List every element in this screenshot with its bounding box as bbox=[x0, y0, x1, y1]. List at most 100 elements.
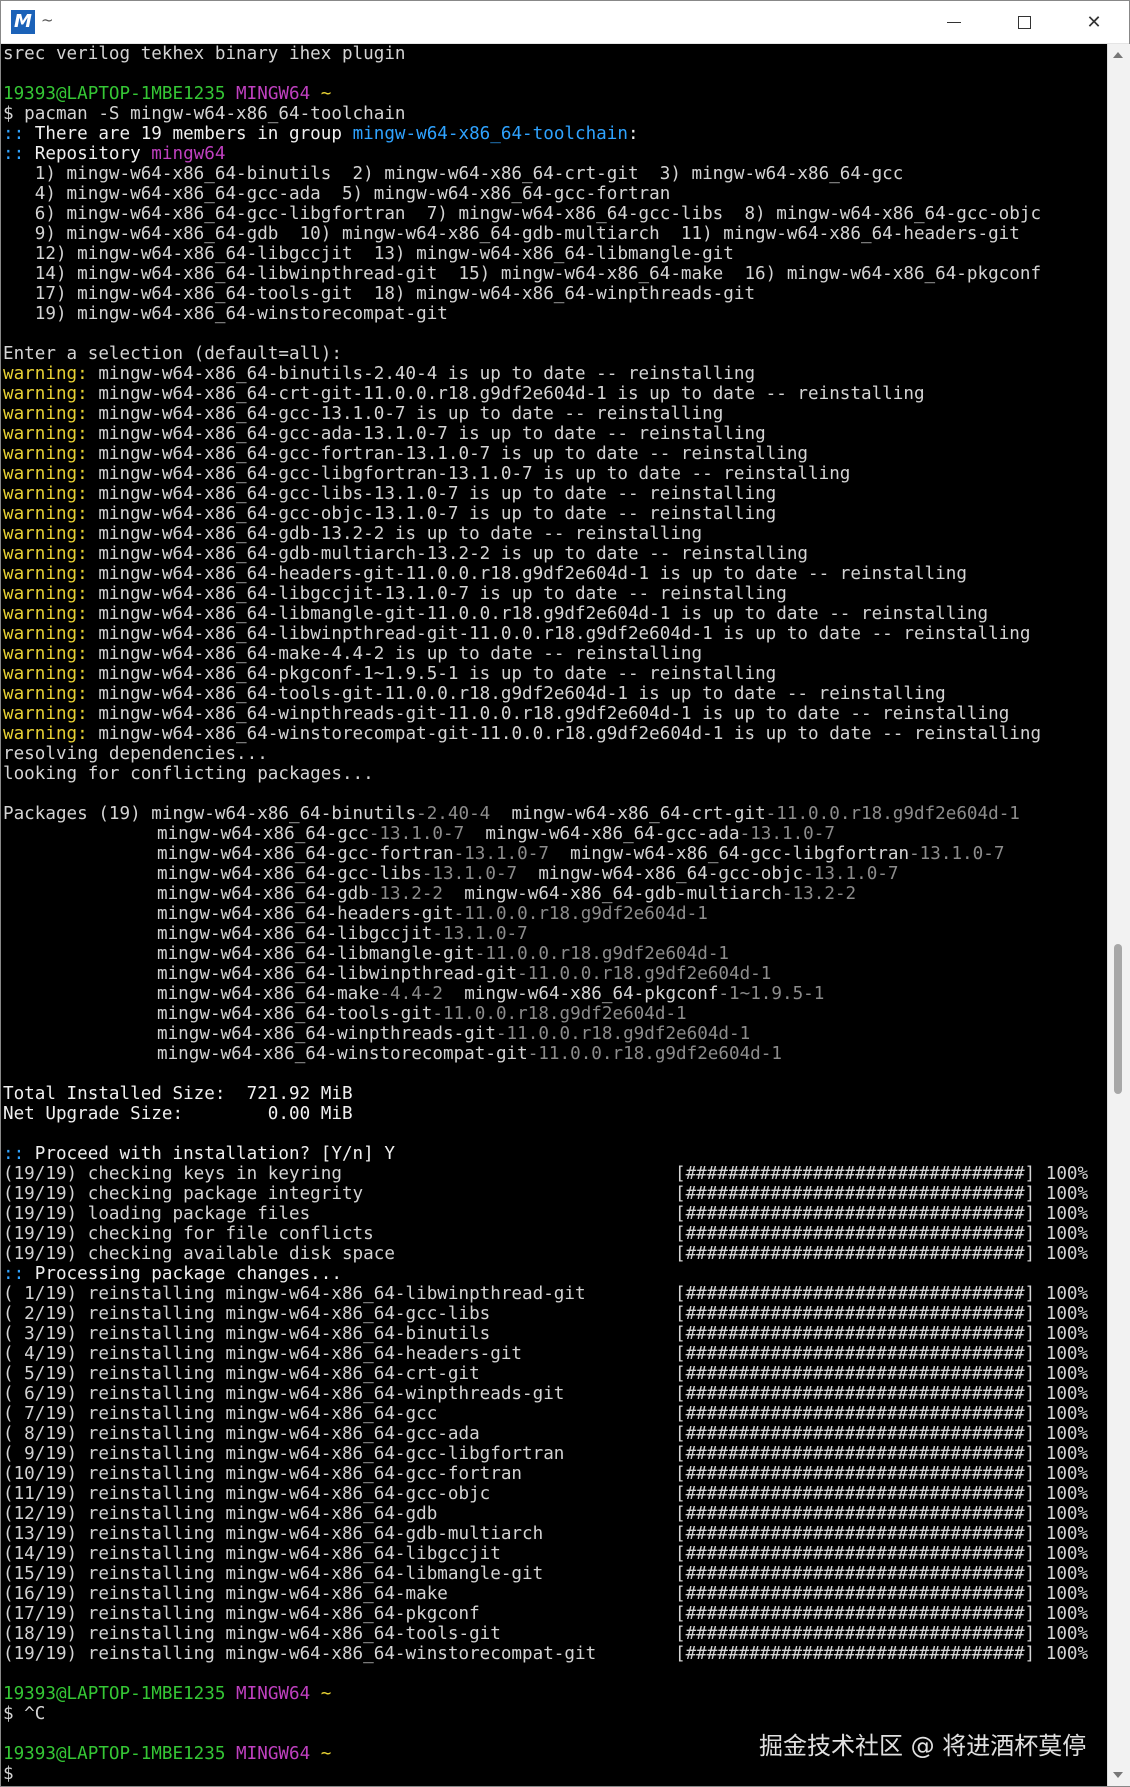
package-version: -11.0.0.r18.g9df2e604d-1 bbox=[517, 964, 772, 984]
warning-line: warning: mingw-w64-x86_64-gdb-13.2-2 is … bbox=[3, 524, 702, 544]
prompt-env: MINGW64 bbox=[236, 1684, 311, 1704]
packages-line: mingw-w64-x86_64-libgccjit-13.1.0-7 bbox=[157, 924, 528, 944]
package-version: -13.1.0-7 bbox=[421, 864, 518, 884]
warning-label: warning: bbox=[3, 364, 88, 384]
reinstall-line-text: (19/19) reinstalling mingw-w64-x86_64-wi… bbox=[3, 1644, 597, 1664]
selection-prompt: Enter a selection (default=all): bbox=[3, 344, 342, 364]
progress-bar: [################################] 100% bbox=[675, 1584, 1089, 1604]
group-list-line: 17) mingw-w64-x86_64-tools-git 18) mingw… bbox=[3, 284, 756, 304]
reinstall-line: (14/19) reinstalling mingw-w64-x86_64-li… bbox=[3, 1544, 501, 1564]
package-version: -11.0.0.r18.g9df2e604d-1 bbox=[765, 804, 1020, 824]
maximize-button[interactable] bbox=[989, 1, 1059, 43]
warning-label: warning: bbox=[3, 604, 88, 624]
reinstall-line-text: (15/19) reinstalling mingw-w64-x86_64-li… bbox=[3, 1564, 544, 1584]
reinstall-line: ( 7/19) reinstalling mingw-w64-x86_64-gc… bbox=[3, 1404, 437, 1424]
warning-label: warning: bbox=[3, 484, 88, 504]
reinstall-line-text: ( 7/19) reinstalling mingw-w64-x86_64-gc… bbox=[3, 1404, 438, 1424]
vertical-scrollbar[interactable] bbox=[1107, 44, 1130, 1786]
warning-text: mingw-w64-x86_64-gcc-ada-13.1.0-7 is up … bbox=[87, 424, 766, 444]
group-members-line: :: There are 19 members in group mingw-w… bbox=[3, 124, 639, 144]
reinstall-line: (13/19) reinstalling mingw-w64-x86_64-gd… bbox=[3, 1524, 543, 1544]
prompt-env: MINGW64 bbox=[236, 84, 311, 104]
reinstall-line: (18/19) reinstalling mingw-w64-x86_64-to… bbox=[3, 1624, 501, 1644]
reinstall-line: ( 5/19) reinstalling mingw-w64-x86_64-cr… bbox=[3, 1364, 480, 1384]
prompt-dir: ~ bbox=[320, 1684, 332, 1704]
reinstall-line-text: ( 2/19) reinstalling mingw-w64-x86_64-gc… bbox=[3, 1304, 491, 1324]
progress-bar: [################################] 100% bbox=[675, 1524, 1089, 1544]
packages-line: mingw-w64-x86_64-libmangle-git-11.0.0.r1… bbox=[157, 944, 729, 964]
step-line: (19/19) checking for file conflicts bbox=[3, 1224, 374, 1244]
warning-line: warning: mingw-w64-x86_64-gdb-multiarch-… bbox=[3, 544, 808, 564]
warning-line: warning: mingw-w64-x86_64-gcc-objc-13.1.… bbox=[3, 504, 776, 524]
package-name: mingw-w64-x86_64-tools-git bbox=[157, 1004, 433, 1024]
step-line-text: (19/19) checking for file conflicts bbox=[3, 1224, 374, 1244]
warning-line: warning: mingw-w64-x86_64-gcc-fortran-13… bbox=[3, 444, 808, 464]
warning-label: warning: bbox=[3, 584, 88, 604]
group-list-line: 4) mingw-w64-x86_64-gcc-ada 5) mingw-w64… bbox=[3, 184, 671, 204]
progress-bar: [################################] 100% bbox=[675, 1544, 1089, 1564]
progress-bar: [################################] 100% bbox=[675, 1284, 1089, 1304]
mintty-app-icon[interactable]: M bbox=[11, 10, 35, 34]
proceed-line: :: Proceed with installation? [Y/n] Y bbox=[3, 1144, 395, 1164]
warning-label: warning: bbox=[3, 684, 88, 704]
reinstall-line-text: ( 6/19) reinstalling mingw-w64-x86_64-wi… bbox=[3, 1384, 565, 1404]
package-name: mingw-w64-x86_64-gcc-objc bbox=[517, 864, 804, 884]
progress-bar: [################################] 100% bbox=[675, 1184, 1089, 1204]
processing-line: :: Processing package changes... bbox=[3, 1264, 342, 1284]
warning-text: mingw-w64-x86_64-gdb-multiarch-13.2-2 is… bbox=[87, 544, 809, 564]
progress-bar: [################################] 100% bbox=[675, 1644, 1089, 1664]
group-list-line: 1) mingw-w64-x86_64-binutils 2) mingw-w6… bbox=[3, 164, 904, 184]
step-line: (19/19) checking available disk space bbox=[3, 1244, 395, 1264]
output-line: looking for conflicting packages... bbox=[3, 764, 374, 784]
warning-line: warning: mingw-w64-x86_64-headers-git-11… bbox=[3, 564, 967, 584]
progress-bar: [################################] 100% bbox=[675, 1304, 1089, 1324]
repository-name: mingw64 bbox=[151, 144, 226, 164]
package-version: -11.0.0.r18.g9df2e604d-1 bbox=[432, 1004, 687, 1024]
reinstall-line: (16/19) reinstalling mingw-w64-x86_64-ma… bbox=[3, 1584, 448, 1604]
package-name: mingw-w64-x86_64-binutils bbox=[151, 804, 417, 824]
warning-text: mingw-w64-x86_64-gcc-libgfortran-13.1.0-… bbox=[87, 464, 851, 484]
close-button[interactable]: ✕ bbox=[1059, 1, 1129, 43]
package-name: mingw-w64-x86_64-gcc bbox=[157, 824, 369, 844]
progress-bar: [################################] 100% bbox=[675, 1204, 1089, 1224]
reinstall-line-text: ( 9/19) reinstalling mingw-w64-x86_64-gc… bbox=[3, 1444, 565, 1464]
warning-line: warning: mingw-w64-x86_64-winpthreads-gi… bbox=[3, 704, 1009, 724]
reinstall-line: (19/19) reinstalling mingw-w64-x86_64-wi… bbox=[3, 1644, 596, 1664]
warning-label: warning: bbox=[3, 404, 88, 424]
progress-bar: [################################] 100% bbox=[675, 1464, 1089, 1484]
prompt-user-host: 19393@LAPTOP-1MBE1235 bbox=[3, 84, 226, 104]
group-name: mingw-w64-x86_64-toolchain bbox=[352, 124, 628, 144]
reinstall-line-text: ( 4/19) reinstalling mingw-w64-x86_64-he… bbox=[3, 1344, 523, 1364]
scroll-thumb[interactable] bbox=[1114, 944, 1122, 1094]
package-version: -13.1.0-7 bbox=[803, 864, 899, 884]
reinstall-line: ( 2/19) reinstalling mingw-w64-x86_64-gc… bbox=[3, 1304, 490, 1324]
reinstall-line-text: (12/19) reinstalling mingw-w64-x86_64-gd… bbox=[3, 1504, 438, 1524]
package-version: -13.1.0-7 bbox=[432, 924, 528, 944]
progress-bar: [################################] 100% bbox=[675, 1504, 1089, 1524]
packages-line: mingw-w64-x86_64-gcc-libs-13.1.0-7 mingw… bbox=[157, 864, 899, 884]
warning-line: warning: mingw-w64-x86_64-winstorecompat… bbox=[3, 724, 1041, 744]
warning-text: mingw-w64-x86_64-winpthreads-git-11.0.0.… bbox=[87, 704, 1010, 724]
title-bar[interactable]: M ~ ✕ bbox=[1, 1, 1129, 44]
command-line: $ pacman -S mingw-w64-x86_64-toolchain bbox=[3, 104, 406, 124]
scroll-up-icon[interactable] bbox=[1113, 52, 1123, 58]
progress-bar: [################################] 100% bbox=[675, 1164, 1089, 1184]
package-name: mingw-w64-x86_64-gcc-ada bbox=[464, 824, 740, 844]
package-name: mingw-w64-x86_64-libmangle-git bbox=[157, 944, 475, 964]
command-line: $ ^C bbox=[3, 1704, 46, 1724]
reinstall-line: ( 1/19) reinstalling mingw-w64-x86_64-li… bbox=[3, 1284, 586, 1304]
scroll-down-icon[interactable] bbox=[1113, 1772, 1123, 1778]
warning-line: warning: mingw-w64-x86_64-crt-git-11.0.0… bbox=[3, 384, 925, 404]
warning-text: mingw-w64-x86_64-pkgconf-1~1.9.5-1 is up… bbox=[87, 664, 777, 684]
terminal-output[interactable]: srec verilog tekhex binary ihex plugin 1… bbox=[1, 44, 1107, 1786]
warning-line: warning: mingw-w64-x86_64-binutils-2.40-… bbox=[3, 364, 755, 384]
packages-line: mingw-w64-x86_64-winpthreads-git-11.0.0.… bbox=[157, 1024, 750, 1044]
warning-text: mingw-w64-x86_64-gcc-13.1.0-7 is up to d… bbox=[87, 404, 724, 424]
reinstall-line: ( 6/19) reinstalling mingw-w64-x86_64-wi… bbox=[3, 1384, 564, 1404]
minimize-button[interactable] bbox=[919, 1, 989, 43]
warning-label: warning: bbox=[3, 464, 88, 484]
packages-line: mingw-w64-x86_64-winstorecompat-git-11.0… bbox=[157, 1044, 782, 1064]
warning-line: warning: mingw-w64-x86_64-gcc-ada-13.1.0… bbox=[3, 424, 766, 444]
command-line[interactable]: $ bbox=[3, 1764, 14, 1784]
package-name: mingw-w64-x86_64-gcc-libgfortran bbox=[548, 844, 910, 864]
